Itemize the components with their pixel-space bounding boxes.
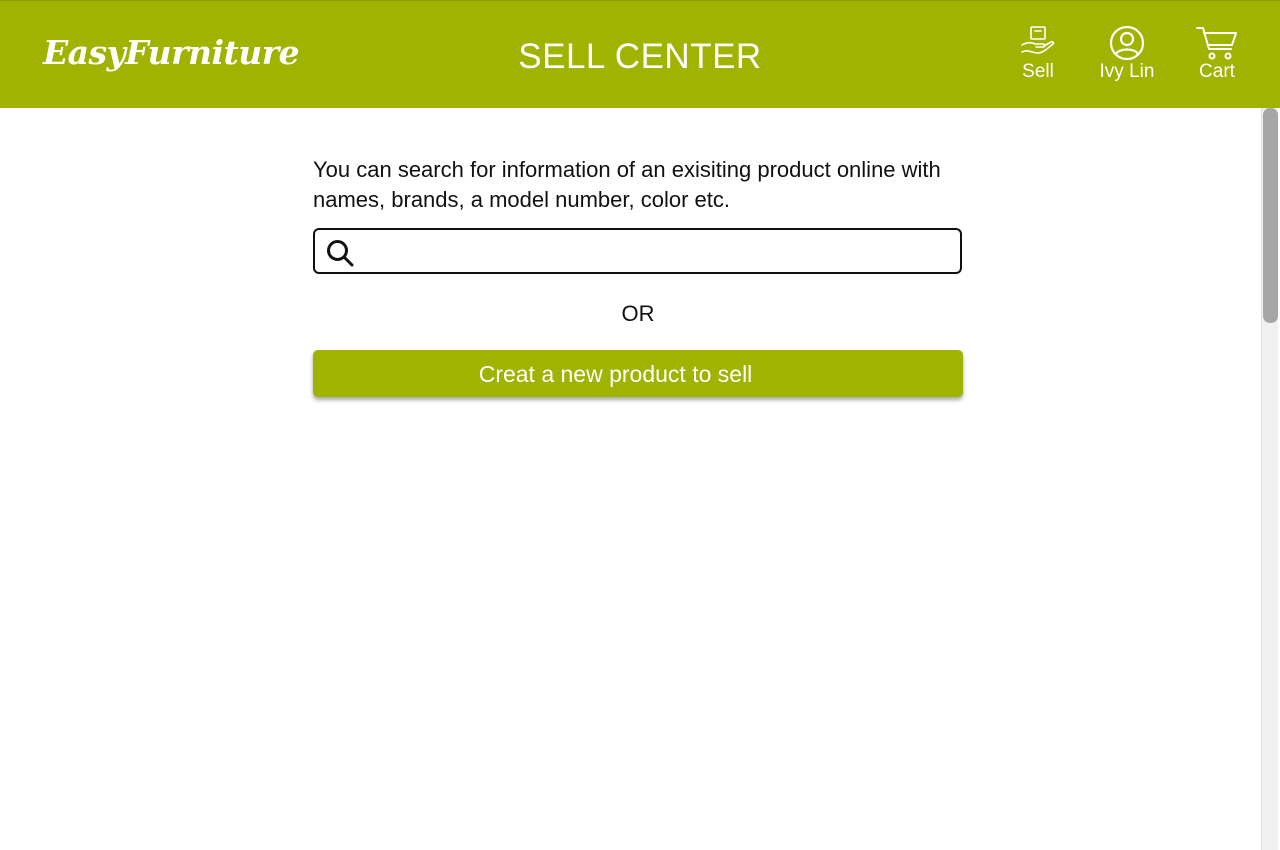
sell-content: You can search for information of an exi… [313,155,963,397]
shopping-cart-icon [1196,27,1237,60]
user-circle-icon [1109,25,1145,61]
page: EasyFurniture SELL CENTER Sell Ivy Lin C… [0,0,1280,850]
search-icon [327,240,354,267]
sell-hand-box-icon [1021,26,1055,54]
search-box[interactable] [313,228,962,274]
nav-user[interactable]: Ivy Lin [1092,25,1162,95]
create-product-button[interactable]: Creat a new product to sell [313,350,963,397]
nav-user-label: Ivy Lin [1099,61,1155,82]
header-bar: EasyFurniture SELL CENTER Sell Ivy Lin C… [0,0,1280,108]
intro-text: You can search for information of an exi… [313,157,941,212]
nav-sell-label: Sell [1022,61,1054,82]
nav-cart-label: Cart [1199,61,1235,82]
page-title: SELL CENTER [518,37,762,76]
search-input[interactable] [365,236,954,268]
nav-sell[interactable]: Sell [1008,25,1068,95]
or-divider-text: OR [621,301,655,326]
vertical-scrollbar[interactable] [1261,108,1278,850]
scrollbar-thumb[interactable] [1263,108,1278,323]
nav-cart[interactable]: Cart [1188,25,1246,95]
